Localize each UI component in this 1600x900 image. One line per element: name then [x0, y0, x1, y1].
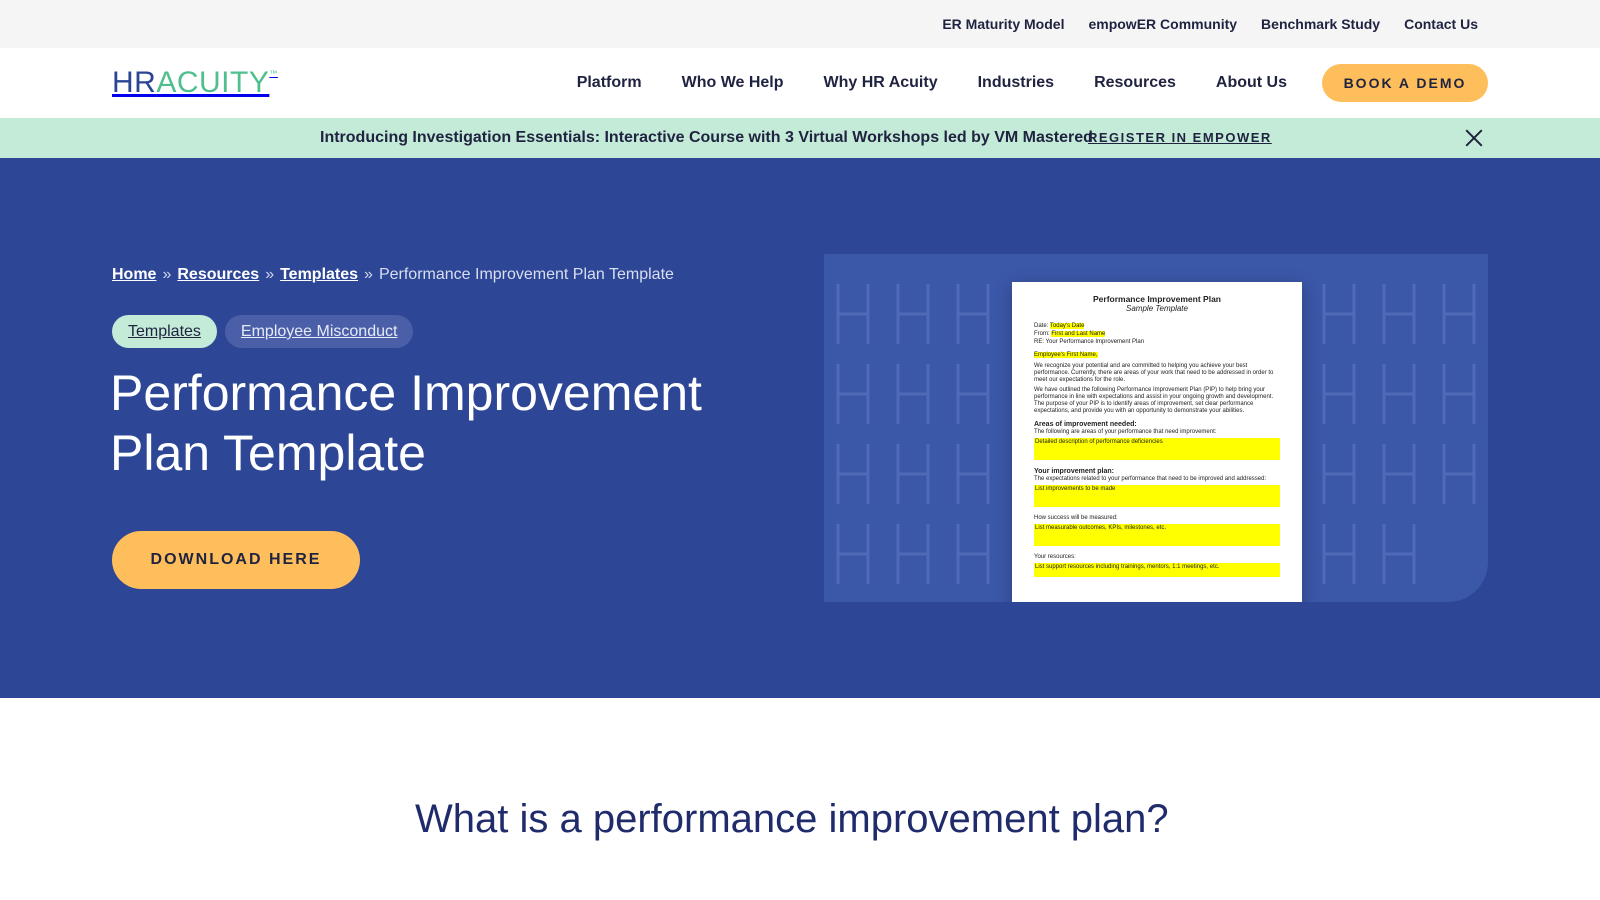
doc-from-label: From:: [1034, 331, 1050, 337]
nav-item-resources[interactable]: Resources: [1094, 74, 1176, 92]
doc-title: Performance Improvement Plan: [1092, 294, 1221, 304]
utility-link-empower-community[interactable]: empowER Community: [1088, 16, 1237, 32]
doc-greeting: Employee's First Name,: [1034, 352, 1098, 358]
announcement-banner: Introducing Investigation Essentials: In…: [0, 118, 1600, 158]
logo-trademark: ™: [269, 69, 278, 78]
doc-greeting-line: Employee's First Name,: [1034, 352, 1280, 359]
doc-section-2-box: List improvements to be made: [1034, 485, 1280, 507]
breadcrumb-separator: »: [162, 266, 172, 283]
utility-link-benchmark-study[interactable]: Benchmark Study: [1261, 16, 1380, 32]
breadcrumb: Home » Resources » Templates » Performan…: [112, 266, 674, 284]
nav-item-about-us[interactable]: About Us: [1216, 74, 1287, 92]
template-document-preview: Performance Improvement Plan Sample Temp…: [1012, 282, 1302, 602]
doc-section-3-box: List measurable outcomes, KPIs, mileston…: [1034, 524, 1280, 546]
logo-acuity-text: ACUITY: [156, 66, 270, 99]
tag-employee-misconduct[interactable]: Employee Misconduct: [224, 315, 414, 348]
register-empower-link[interactable]: REGISTER IN EMPOWER: [1088, 118, 1272, 158]
breadcrumb-separator: »: [364, 266, 373, 283]
doc-date-line: Date: Today's Date: [1034, 323, 1280, 330]
utility-nav: ER Maturity Model empowER Community Benc…: [942, 0, 1478, 48]
hr-acuity-logo[interactable]: HR ACUITY ™: [112, 66, 278, 99]
doc-section-4-box: List support resources including trainin…: [1034, 563, 1280, 577]
breadcrumb-templates[interactable]: Templates: [280, 266, 358, 284]
utility-link-contact-us[interactable]: Contact Us: [1404, 16, 1478, 32]
doc-section-1-heading: Areas of improvement needed:: [1034, 421, 1137, 428]
template-preview-panel: Performance Improvement Plan Sample Temp…: [824, 254, 1488, 602]
doc-paragraph-2: We have outlined the following Performan…: [1034, 387, 1274, 414]
close-icon[interactable]: [1462, 126, 1486, 150]
doc-from-line: From: First and Last Name: [1034, 331, 1280, 338]
breadcrumb-home[interactable]: Home: [112, 266, 156, 284]
utility-bar: ER Maturity Model empowER Community Benc…: [0, 0, 1600, 48]
breadcrumb-separator: »: [265, 266, 275, 283]
doc-paragraph-1: We recognize your potential and are comm…: [1034, 363, 1274, 383]
book-demo-button[interactable]: BOOK A DEMO: [1322, 64, 1488, 102]
doc-section-2-heading: Your improvement plan:: [1034, 468, 1114, 475]
doc-date-label: Date:: [1034, 323, 1049, 329]
nav-item-who-we-help[interactable]: Who We Help: [682, 74, 784, 92]
logo-hr-text: HR: [112, 66, 157, 99]
breadcrumb-resources[interactable]: Resources: [177, 266, 259, 284]
doc-section-4-sub: Your resources:: [1034, 554, 1076, 560]
nav-item-platform[interactable]: Platform: [577, 74, 642, 92]
page-title: Performance Improvement Plan Template: [110, 365, 702, 481]
hero-section: Home » Resources » Templates » Performan…: [0, 158, 1600, 698]
tag-templates[interactable]: Templates: [112, 315, 217, 348]
doc-section-1-sub: The following are areas of your performa…: [1034, 429, 1217, 435]
nav-item-why-hr-acuity[interactable]: Why HR Acuity: [824, 74, 938, 92]
nav-item-industries[interactable]: Industries: [978, 74, 1054, 92]
download-button[interactable]: DOWNLOAD HERE: [112, 531, 360, 589]
doc-section-2-sub: The expectations related to your perform…: [1034, 476, 1267, 482]
utility-link-er-maturity-model[interactable]: ER Maturity Model: [942, 16, 1064, 32]
banner-text: Introducing Investigation Essentials: In…: [320, 129, 1093, 146]
doc-section-3-sub: How success will be measured:: [1034, 515, 1118, 521]
doc-re-line: RE: Your Performance Improvement Plan: [1034, 339, 1145, 345]
doc-from-value: First and Last Name: [1051, 331, 1106, 337]
tag-list: Templates Employee Misconduct: [112, 315, 414, 348]
doc-date-value: Today's Date: [1049, 323, 1085, 329]
doc-section-1-box: Detailed description of performance defi…: [1034, 438, 1280, 460]
section-heading: What is a performance improvement plan?: [415, 797, 1169, 841]
main-nav: HR ACUITY ™ Platform Who We Help Why HR Ac…: [0, 48, 1600, 118]
doc-subtitle: Sample Template: [1126, 304, 1188, 313]
primary-nav: Platform Who We Help Why HR Acuity Indus…: [577, 48, 1287, 118]
breadcrumb-current: Performance Improvement Plan Template: [378, 266, 674, 283]
